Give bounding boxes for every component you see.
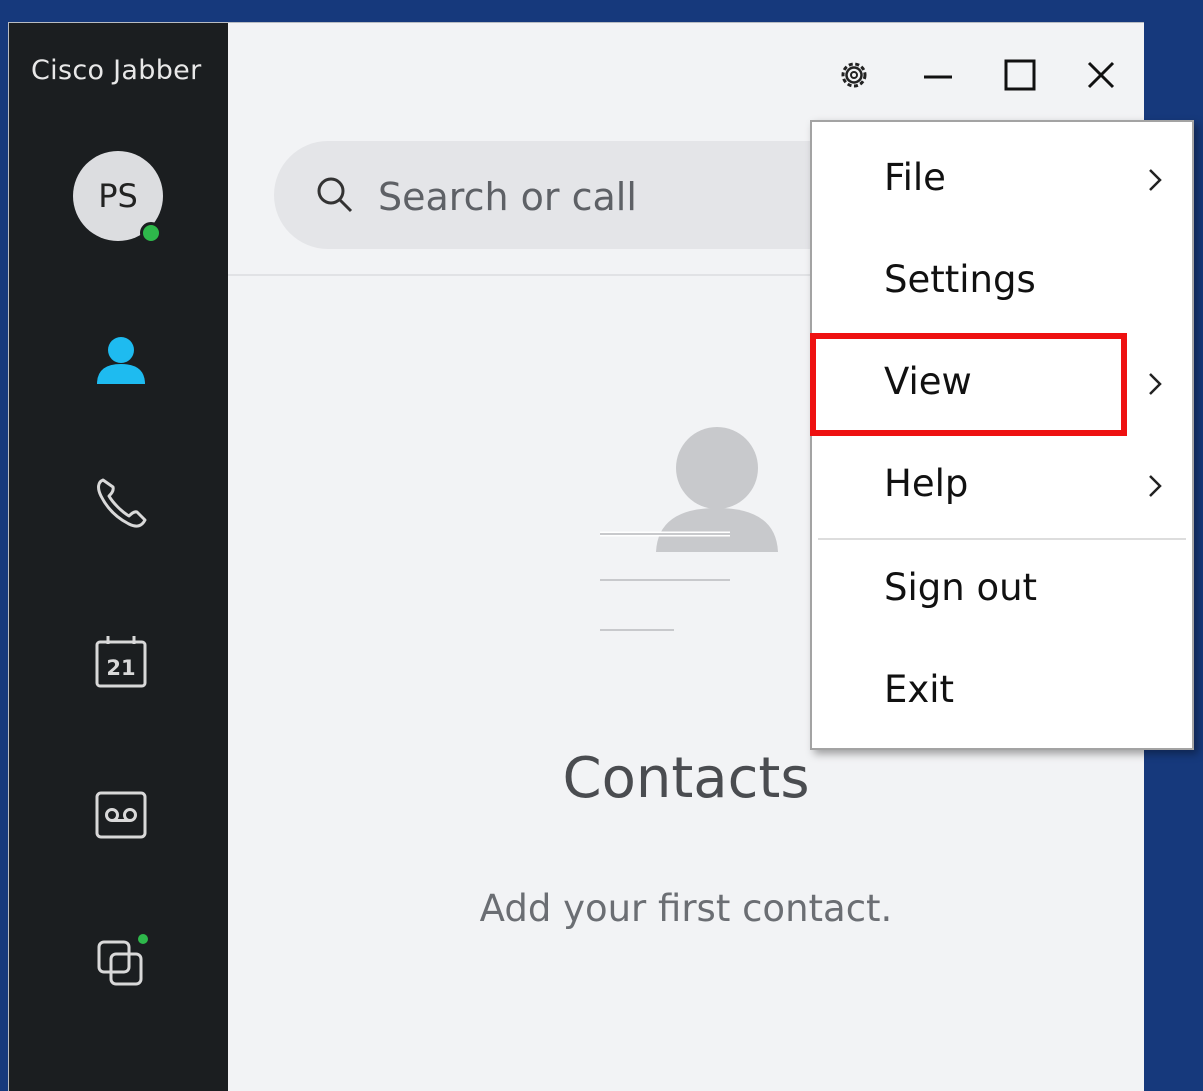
menu-item-label: Sign out [884, 566, 1038, 609]
search-icon [317, 177, 353, 213]
avatar-initials: PS [98, 177, 138, 215]
menu-item-label: Exit [884, 668, 955, 711]
search-placeholder: Search or call [378, 175, 637, 219]
minimize-icon [924, 75, 952, 79]
contacts-icon [97, 337, 145, 384]
chevron-right-icon [1149, 373, 1162, 395]
menu-item-label: Help [884, 462, 969, 505]
empty-state-title: Contacts [562, 746, 810, 811]
minimize-button[interactable] [916, 53, 960, 97]
menu-item-label: File [884, 156, 946, 199]
menu-item-settings[interactable]: Settings [812, 232, 1192, 334]
search-input[interactable]: Search or call [274, 141, 894, 249]
sidebar-item-voicemail[interactable] [93, 787, 149, 843]
sidebar-item-contacts[interactable] [93, 331, 149, 387]
sidebar: Cisco Jabber PS 21 [9, 23, 228, 1091]
menu-item-file[interactable]: File [812, 130, 1192, 232]
settings-menu: File Settings View Help Sign out Exit [810, 120, 1194, 750]
menu-item-help[interactable]: Help [812, 436, 1192, 538]
maximize-button[interactable] [998, 53, 1042, 97]
menu-item-label: View [884, 360, 972, 403]
calendar-icon: 21 [95, 636, 147, 688]
close-button[interactable] [1079, 53, 1123, 97]
settings-button[interactable] [832, 53, 876, 97]
menu-item-view[interactable]: View [812, 334, 1192, 436]
calendar-date: 21 [106, 656, 135, 680]
empty-state-subtitle: Add your first contact. [479, 887, 893, 930]
menu-item-exit[interactable]: Exit [812, 642, 1192, 744]
maximize-icon [1004, 59, 1036, 91]
menu-item-sign-out[interactable]: Sign out [812, 540, 1192, 642]
app-title: Cisco Jabber [31, 55, 202, 86]
gear-icon [841, 62, 867, 88]
phone-icon [97, 478, 147, 528]
meetings-icon [97, 934, 148, 986]
presence-status-dot [140, 222, 162, 244]
chevron-right-icon [1149, 475, 1162, 497]
menu-item-label: Settings [884, 258, 1036, 301]
close-icon [1087, 61, 1115, 89]
sidebar-item-calls[interactable] [93, 474, 149, 530]
chevron-right-icon [1149, 169, 1162, 191]
sidebar-item-apps[interactable] [93, 933, 149, 989]
contact-placeholder-icon [600, 427, 778, 631]
voicemail-icon [95, 791, 147, 839]
sidebar-item-meetings-calendar[interactable]: 21 [93, 633, 149, 689]
